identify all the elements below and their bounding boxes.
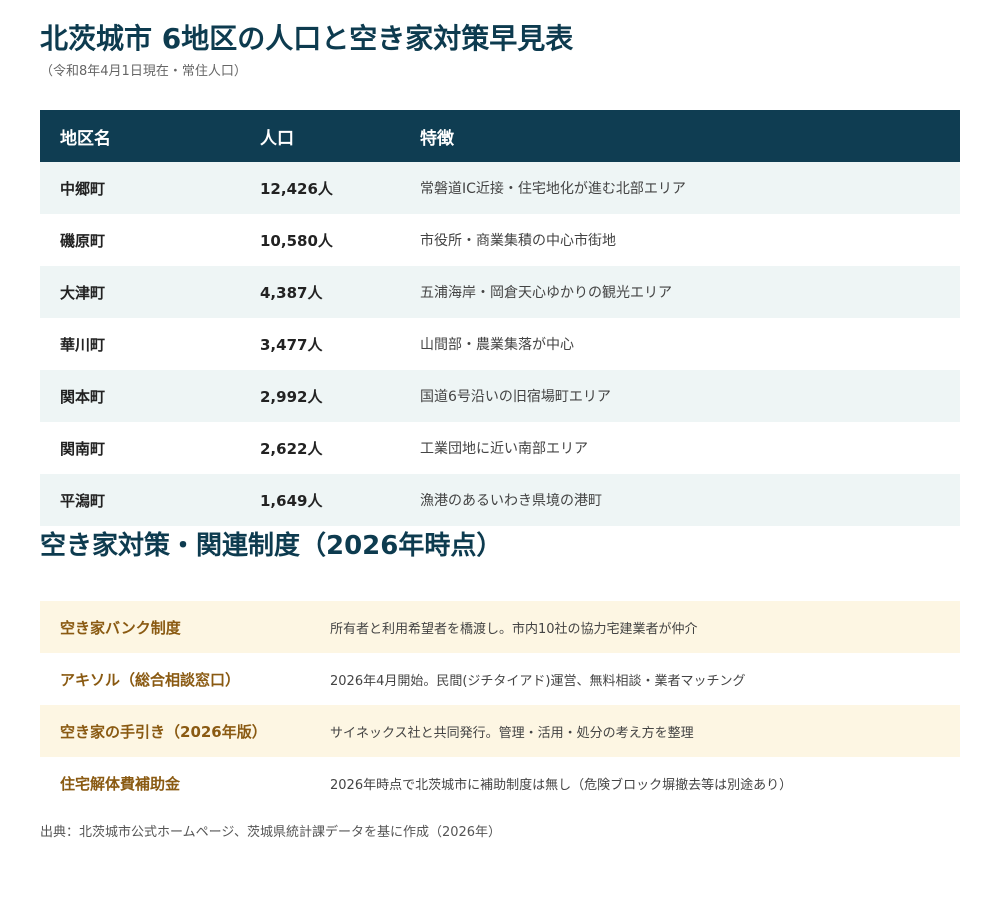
table-row: 磯原町 10,580人 市役所・商業集積の中心市街地: [40, 214, 960, 266]
area-population: 2,992人: [260, 387, 323, 406]
area-population: 12,426人: [260, 179, 333, 198]
measure-name: 空き家の手引き（2026年版）: [60, 722, 267, 741]
header-feature: 特徴: [420, 128, 454, 149]
area-feature: 市役所・商業集積の中心市街地: [420, 233, 616, 249]
area-population: 2,622人: [260, 439, 323, 458]
area-population: 4,387人: [260, 283, 323, 302]
area-feature: 山間部・農業集落が中心: [420, 337, 574, 353]
area-feature: 国道6号沿いの旧宿場町エリア: [420, 389, 611, 405]
measure-description: サイネックス社と共同発行。管理・活用・処分の考え方を整理: [330, 725, 694, 741]
measure-row: 空き家バンク制度 所有者と利用希望者を橋渡し。市内10社の協力宅建業者が仲介: [40, 601, 960, 653]
area-population: 3,477人: [260, 335, 323, 354]
section-title: 空き家対策・関連制度（2026年時点）: [40, 531, 503, 561]
measure-row: 空き家の手引き（2026年版） サイネックス社と共同発行。管理・活用・処分の考え…: [40, 705, 960, 757]
measure-description: 所有者と利用希望者を橋渡し。市内10社の協力宅建業者が仲介: [330, 621, 698, 637]
area-name: 関南町: [60, 439, 106, 458]
measure-row: アキソル（総合相談窓口） 2026年4月開始。民間(ジチタイアド)運営、無料相談…: [40, 653, 960, 705]
table-row: 関本町 2,992人 国道6号沿いの旧宿場町エリア: [40, 370, 960, 422]
area-name: 平潟町: [60, 491, 106, 510]
area-name: 磯原町: [60, 231, 106, 250]
measure-name: 空き家バンク制度: [60, 618, 181, 637]
area-name: 華川町: [60, 335, 106, 354]
measure-description: 2026年時点で北茨城市に補助制度は無し（危険ブロック塀撤去等は別途あり）: [330, 777, 793, 793]
measures-table: 空き家バンク制度 所有者と利用希望者を橋渡し。市内10社の協力宅建業者が仲介 ア…: [40, 601, 960, 809]
area-feature: 漁港のあるいわき県境の港町: [420, 493, 602, 509]
area-population: 10,580人: [260, 231, 333, 250]
area-feature: 五浦海岸・岡倉天心ゆかりの観光エリア: [420, 285, 672, 301]
measure-row: 住宅解体費補助金 2026年時点で北茨城市に補助制度は無し（危険ブロック塀撤去等…: [40, 757, 960, 809]
table-row: 大津町 4,387人 五浦海岸・岡倉天心ゆかりの観光エリア: [40, 266, 960, 318]
measure-name: アキソル（総合相談窓口）: [60, 670, 241, 689]
area-name: 中郷町: [60, 179, 106, 198]
area-name: 大津町: [60, 283, 106, 302]
page-subtitle: （令和8年4月1日現在・常住人口）: [40, 64, 247, 79]
source-note: 出典：北茨城市公式ホームページ、茨城県統計課データを基に作成（2026年）: [40, 825, 502, 840]
area-name: 関本町: [60, 387, 106, 406]
header-area: 地区名: [60, 128, 111, 149]
measure-name: 住宅解体費補助金: [60, 774, 181, 793]
population-table-header: 地区名 人口 特徴: [40, 110, 960, 162]
population-table: 地区名 人口 特徴 中郷町 12,426人 常磐道IC近接・住宅地化が進む北部エ…: [40, 110, 960, 526]
area-feature: 工業団地に近い南部エリア: [420, 441, 588, 457]
area-feature: 常磐道IC近接・住宅地化が進む北部エリア: [420, 181, 686, 197]
page-title: 北茨城市 6地区の人口と空き家対策早見表: [40, 22, 574, 55]
area-population: 1,649人: [260, 491, 323, 510]
measure-description: 2026年4月開始。民間(ジチタイアド)運営、無料相談・業者マッチング: [330, 673, 746, 689]
header-population: 人口: [260, 128, 294, 149]
table-row: 平潟町 1,649人 漁港のあるいわき県境の港町: [40, 474, 960, 526]
table-row: 華川町 3,477人 山間部・農業集落が中心: [40, 318, 960, 370]
table-row: 中郷町 12,426人 常磐道IC近接・住宅地化が進む北部エリア: [40, 162, 960, 214]
table-row: 関南町 2,622人 工業団地に近い南部エリア: [40, 422, 960, 474]
